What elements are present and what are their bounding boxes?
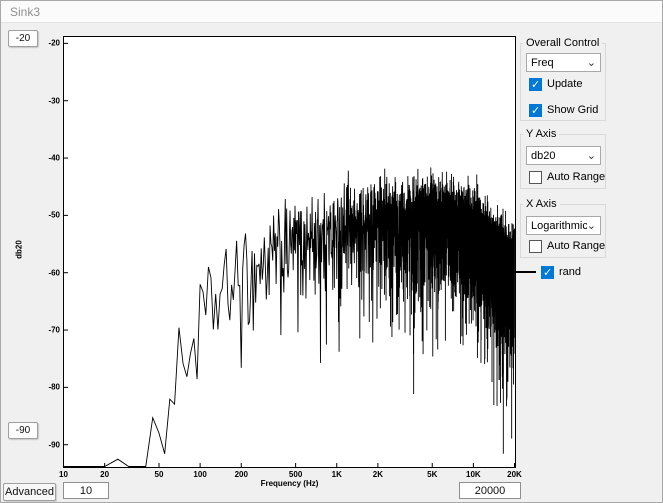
y-axis-dropdown[interactable]: db20 ⌄ <box>526 146 601 165</box>
chevron-down-icon: ⌄ <box>587 58 600 68</box>
x-tick-label: 1K <box>332 470 342 479</box>
x-axis-title: Frequency (Hz) <box>63 479 516 488</box>
x-max-input[interactable] <box>459 482 521 499</box>
chevron-down-icon: ⌄ <box>587 151 600 161</box>
update-checkbox[interactable] <box>529 78 542 91</box>
sink3-window: Sink3 -20 -90 Advanced db20 -20 -30 -40 -50… <box>0 0 663 503</box>
advanced-button[interactable]: Advanced <box>3 483 56 501</box>
freq-dropdown-value: Freq <box>531 57 554 69</box>
x-axis-dropdown[interactable]: Logarithmic ⌄ <box>526 216 601 235</box>
y-axis-group: Y Axis db20 ⌄ Auto Range <box>520 134 606 189</box>
y-axis-ticks: -20 -30 -40 -50 -60 -70 -80 -90 <box>29 36 60 468</box>
y-axis-group-title: Y Axis <box>523 128 559 141</box>
rand-checkbox-label: rand <box>559 266 581 278</box>
overall-control-group: Overall Control Freq ⌄ Update Show Grid <box>520 43 606 121</box>
legend: rand <box>514 265 581 279</box>
y-tick-label: -20 <box>29 39 60 48</box>
update-row: Update <box>529 77 582 91</box>
y-auto-range-label: Auto Range <box>547 171 605 183</box>
y-tick-label: -50 <box>29 211 60 220</box>
y-tick-label: -80 <box>29 383 60 392</box>
x-tick-label: 2K <box>373 470 383 479</box>
y-tick-label: -60 <box>29 268 60 277</box>
y-tick-label: -30 <box>29 96 60 105</box>
x-tick-label: 10K <box>466 470 481 479</box>
y-auto-range-checkbox[interactable] <box>529 171 542 184</box>
x-tick-label: 10 <box>59 470 68 479</box>
freq-dropdown[interactable]: Freq ⌄ <box>526 53 601 72</box>
window-title: Sink3 <box>10 5 40 19</box>
y-tick-label: -70 <box>29 326 60 335</box>
rand-checkbox[interactable] <box>541 266 554 279</box>
plot-area[interactable] <box>63 36 516 468</box>
x-min-input[interactable] <box>63 482 109 499</box>
x-auto-range-checkbox[interactable] <box>529 240 542 253</box>
show-grid-checkbox-label: Show Grid <box>547 104 598 116</box>
y-axis-dropdown-value: db20 <box>531 150 555 162</box>
x-tick-label: 5K <box>427 470 437 479</box>
overall-control-title: Overall Control <box>523 37 602 50</box>
x-tick-label: 20 <box>100 470 109 479</box>
chevron-down-icon: ⌄ <box>587 221 600 231</box>
x-tick-label: 100 <box>193 470 206 479</box>
titlebar: Sink3 <box>1 1 662 23</box>
x-tick-label: 20K <box>507 470 522 479</box>
update-checkbox-label: Update <box>547 78 582 90</box>
x-axis-group: X Axis Logarithmic ⌄ Auto Range <box>520 204 606 258</box>
show-grid-checkbox[interactable] <box>529 104 542 117</box>
x-axis-group-title: X Axis <box>523 198 560 211</box>
legend-line-sample <box>514 271 536 273</box>
x-axis-dropdown-value: Logarithmic <box>531 220 587 232</box>
x-tick-label: 50 <box>155 470 164 479</box>
x-tick-label: 200 <box>235 470 248 479</box>
x-auto-range-row: Auto Range <box>529 239 605 253</box>
y-auto-range-row: Auto Range <box>529 170 605 184</box>
show-grid-row: Show Grid <box>529 103 598 117</box>
x-auto-range-label: Auto Range <box>547 240 605 252</box>
y-axis-title: db20 <box>15 230 24 270</box>
spectrum-plot <box>63 36 516 468</box>
x-tick-label: 500 <box>289 470 302 479</box>
y-tick-label: -90 <box>29 440 60 449</box>
y-tick-label: -40 <box>29 154 60 163</box>
